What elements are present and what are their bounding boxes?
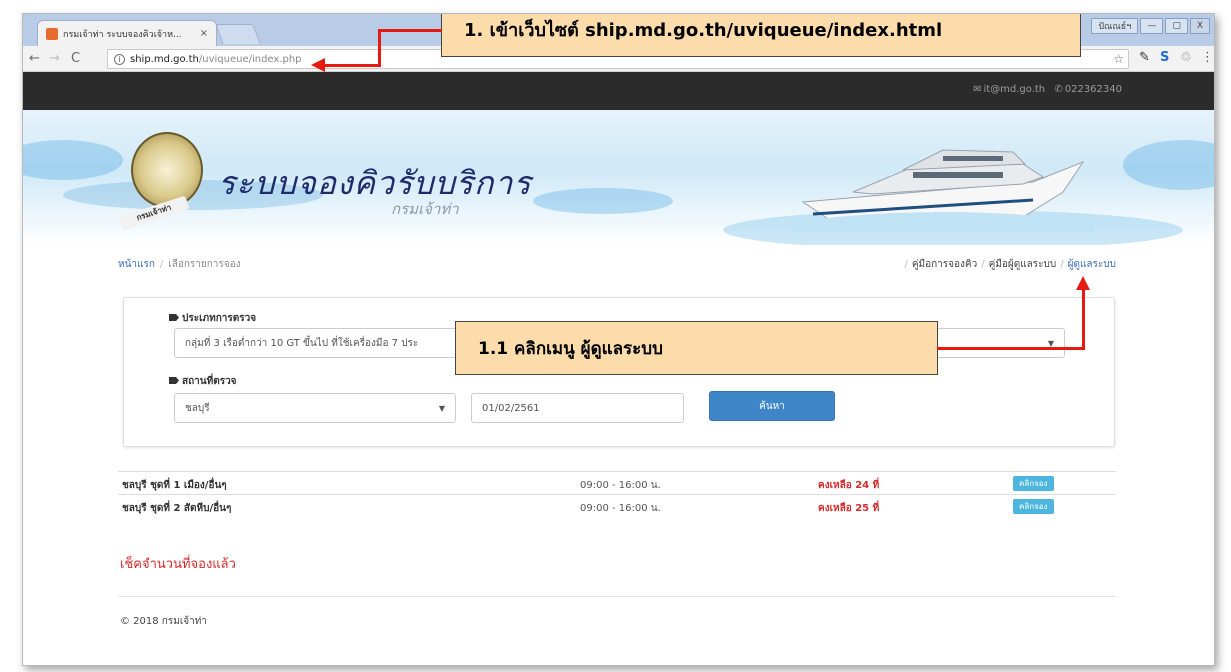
reload-icon[interactable]: C (71, 51, 80, 66)
inspection-type-value: กลุ่มที่ 3 เรือต่ำกว่า 10 GT ขึ้นไป ที่ใ… (185, 337, 419, 349)
date-input[interactable]: 01/02/2561 (471, 393, 684, 423)
arrow-line (937, 347, 1085, 350)
recycle-icon[interactable]: ♲ (1180, 50, 1192, 65)
site-topbar: ✉ it@md.go.th ✆ 022362340 (23, 72, 1214, 110)
inspection-type-label: ประเภทการตรวจ (169, 311, 256, 326)
profile-button[interactable]: ปัณณธ์ฯ (1091, 18, 1139, 34)
wave-decoration (1123, 140, 1214, 190)
department-seal-logo (131, 132, 203, 208)
browser-window: กรมเจ้าท่า ระบบจองคิวเจ้าห... × ปัณณธ์ฯ … (22, 13, 1215, 666)
forward-icon[interactable]: → (49, 51, 60, 66)
contact-info: ✉ it@md.go.th ✆ 022362340 (967, 84, 1122, 95)
top-links: / คู่มือการจองคิว / คู่มือผู้ดูแลระบบ / ผู้ดู… (904, 259, 1116, 270)
round-time: 09:00 - 16:00 น. (580, 480, 661, 491)
list-item: ชลบุรี ชุดที่ 1 เมือง/อื่นๆ 09:00 - 16:0… (118, 471, 1116, 494)
arrow-head-up-icon (1076, 276, 1090, 290)
footer-copyright: © 2018 กรมเจ้าท่า (120, 616, 207, 627)
tag-icon (169, 314, 179, 321)
contact-phone: 022362340 (1064, 84, 1122, 95)
seats-remaining: คงเหลือ 25 ที่ (818, 503, 880, 514)
extension-icon[interactable]: ✎ (1139, 50, 1150, 65)
inspection-place-select[interactable]: ชลบุรี ▼ (174, 393, 456, 423)
step1-1-callout: 1.1 คลิกเมนู ผู้ดูแลระบบ (455, 321, 938, 375)
maximize-button[interactable]: ▢ (1165, 18, 1188, 34)
arrow-line (1082, 290, 1085, 350)
book-button[interactable]: คลิกจอง (1013, 476, 1054, 491)
new-tab-button[interactable] (215, 24, 261, 44)
admin-manual-link[interactable]: คู่มือผู้ดูแลระบบ (989, 259, 1057, 270)
footer-divider (118, 596, 1116, 597)
back-icon[interactable]: ← (29, 51, 40, 66)
check-bookings-link[interactable]: เช็คจำนวนที่จองแล้ว (120, 553, 236, 574)
phone-icon: ✆ (1054, 84, 1063, 95)
breadcrumb-current: เลือกรายการจอง (168, 259, 241, 270)
info-icon[interactable]: i (114, 53, 125, 65)
step1-callout: 1. เข้าเว็บไซต์ ship.md.go.th/uviqueue/i… (441, 14, 1081, 57)
wave-decoration (533, 188, 673, 214)
arrow-head-left-icon (311, 58, 325, 72)
breadcrumb-home[interactable]: หน้าแรก (118, 259, 155, 270)
mail-icon: ✉ (973, 84, 982, 95)
extension-s-icon[interactable]: S (1160, 50, 1169, 65)
admin-link[interactable]: ผู้ดูแลระบบ (1068, 259, 1116, 270)
contact-email: it@md.go.th (983, 84, 1046, 95)
favicon-icon (46, 27, 58, 40)
url-host: ship.md.go.th (130, 53, 199, 65)
round-name: ชลบุรี ชุดที่ 1 เมือง/อื่นๆ (122, 480, 227, 491)
search-button[interactable]: ค้นหา (709, 391, 835, 421)
seats-remaining: คงเหลือ 24 ที่ (818, 480, 880, 491)
book-button[interactable]: คลิกจอง (1013, 499, 1054, 514)
bookmark-star-icon[interactable]: ☆ (1113, 52, 1124, 66)
list-item: ชลบุรี ชุดที่ 2 สัตหีบ/อื่นๆ 09:00 - 16:… (118, 494, 1116, 517)
site-banner: กรมเจ้าท่า ระบบจองคิวรับบริการ กรมเจ้าท่… (23, 110, 1214, 245)
breadcrumb: หน้าแรก / เลือกรายการจอง (118, 259, 241, 270)
minimize-button[interactable]: — (1140, 18, 1164, 34)
arrow-line (323, 64, 381, 67)
browser-tab[interactable]: กรมเจ้าท่า ระบบจองคิวเจ้าห... × (37, 20, 217, 46)
close-window-button[interactable]: X (1189, 18, 1210, 34)
round-time: 09:00 - 16:00 น. (580, 503, 661, 514)
inspection-place-label: สถานที่ตรวจ (169, 374, 237, 389)
inspection-place-value: ชลบุรี (185, 402, 210, 414)
results-list: ชลบุรี ชุดที่ 1 เมือง/อื่นๆ 09:00 - 16:0… (118, 471, 1116, 517)
booking-manual-link[interactable]: คู่มือการจองคิว (912, 259, 977, 270)
site-title: ระบบจองคิวรับบริการ (218, 164, 532, 202)
tab-close-icon[interactable]: × (200, 28, 208, 39)
tab-title: กรมเจ้าท่า ระบบจองคิวเจ้าห... (63, 29, 182, 40)
menu-icon[interactable]: ⋮ (1201, 50, 1214, 65)
yacht-image (793, 149, 1093, 232)
wave-decoration (23, 140, 123, 180)
tag-icon (169, 377, 179, 384)
arrow-line (378, 29, 442, 32)
site-subtitle: กรมเจ้าท่า (391, 200, 459, 218)
round-name: ชลบุรี ชุดที่ 2 สัตหีบ/อื่นๆ (122, 503, 232, 514)
url-path: /uviqueue/index.php (198, 53, 302, 65)
window-controls: ปัณณธ์ฯ — ▢ X (1091, 18, 1210, 34)
chevron-down-icon: ▼ (438, 403, 445, 413)
arrow-line (378, 29, 381, 67)
